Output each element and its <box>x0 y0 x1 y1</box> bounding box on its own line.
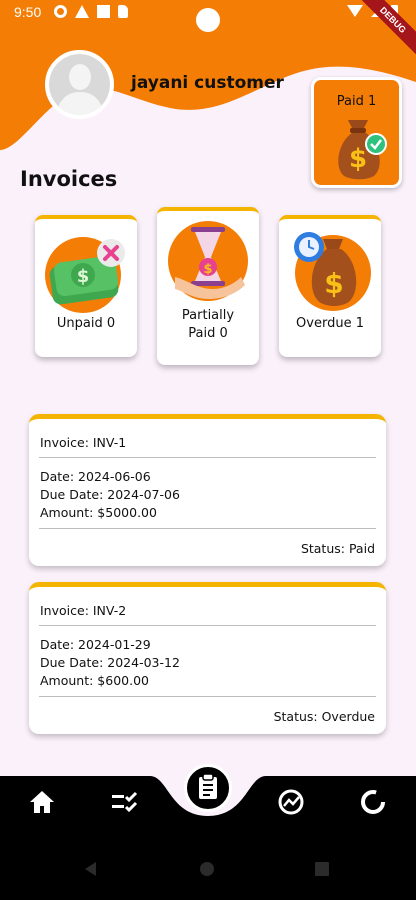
avatar-placeholder-icon <box>49 54 110 115</box>
invoice-amount: Amount: $5000.00 <box>40 505 157 520</box>
invoice-due-date: Due Date: 2024-07-06 <box>40 487 180 502</box>
back-icon[interactable] <box>82 860 100 878</box>
tasks-checklist-icon[interactable] <box>109 788 139 816</box>
svg-text:$: $ <box>77 266 90 287</box>
svg-text:$: $ <box>324 267 343 300</box>
invoice-card[interactable]: Invoice: INV-2 Date: 2024-01-29 Due Date… <box>29 582 386 734</box>
cash-cross-icon: $ <box>45 237 125 313</box>
hourglass-dollar-icon: $ <box>168 221 248 301</box>
unpaid-label: Unpaid 0 <box>56 316 116 331</box>
invoice-divider <box>39 528 376 529</box>
invoice-divider <box>39 696 376 697</box>
svg-text:$: $ <box>349 144 367 174</box>
user-name: jayani customer <box>131 73 284 93</box>
avatar[interactable] <box>45 50 114 119</box>
loading-ring-icon[interactable] <box>358 788 388 816</box>
overdue-summary-card[interactable]: $ Overdue 1 <box>279 215 381 357</box>
mail-icon <box>97 5 110 18</box>
invoice-divider <box>39 457 376 458</box>
invoice-status: Status: Paid <box>300 541 375 556</box>
clipboard-icon <box>199 773 217 799</box>
invoice-due-date: Due Date: 2024-03-12 <box>40 655 180 670</box>
invoice-card[interactable]: Invoice: INV-1 Date: 2024-06-06 Due Date… <box>29 414 386 566</box>
partially-paid-label-line1: Partially <box>181 308 235 323</box>
invoice-number: Invoice: INV-1 <box>40 435 127 450</box>
overdue-label: Overdue 1 <box>296 316 364 331</box>
gear-icon <box>54 5 67 18</box>
camera-cutout <box>196 8 220 32</box>
home-icon[interactable] <box>27 788 57 816</box>
svg-text:$: $ <box>203 262 212 277</box>
warning-icon <box>75 5 89 18</box>
page-title: Invoices <box>20 167 118 191</box>
partially-paid-label-line2: Paid 0 <box>188 326 228 341</box>
status-time: 9:50 <box>14 4 42 20</box>
paid-card-label: Paid 1 <box>336 94 377 109</box>
invoice-number: Invoice: INV-2 <box>40 603 127 618</box>
status-icons-left <box>54 5 128 18</box>
money-bag-clock-icon: $ <box>294 232 371 311</box>
partially-paid-summary-card[interactable]: $ Partially Paid 0 <box>157 207 259 365</box>
invoice-date: Date: 2024-06-06 <box>40 469 151 484</box>
analytics-icon[interactable] <box>276 788 306 816</box>
paid-summary-card[interactable]: Paid 1 $ <box>311 77 402 188</box>
unpaid-summary-card[interactable]: $ Unpaid 0 <box>35 215 137 357</box>
recents-icon[interactable] <box>313 860 331 878</box>
invoice-date: Date: 2024-01-29 <box>40 637 151 652</box>
invoice-divider <box>39 625 376 626</box>
invoice-amount: Amount: $600.00 <box>40 673 149 688</box>
home-circle-icon[interactable] <box>198 860 216 878</box>
invoices-clipboard-icon[interactable] <box>184 764 232 812</box>
money-bag-check-icon: $ <box>338 120 387 180</box>
sd-card-icon <box>118 5 128 18</box>
wifi-icon <box>347 5 363 17</box>
invoice-status: Status: Overdue <box>273 709 375 724</box>
